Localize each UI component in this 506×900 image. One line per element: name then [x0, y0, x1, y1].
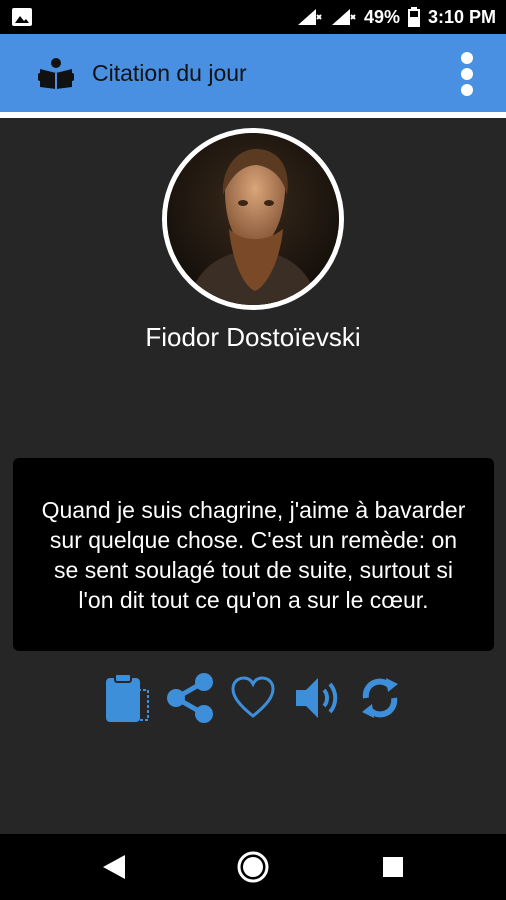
author-portrait	[162, 128, 344, 310]
status-bar: 49% 3:10 PM	[0, 0, 506, 34]
home-button[interactable]	[213, 834, 293, 900]
clipboard-icon[interactable]	[104, 672, 150, 724]
book-reader-icon	[38, 58, 74, 89]
battery-percentage: 49%	[363, 6, 400, 27]
clock: 3:10 PM	[427, 6, 496, 27]
quote-card: Quand je suis chagrine, j'aime à bavarde…	[13, 458, 494, 651]
author-name: Fiodor Dostoïevski	[145, 322, 361, 352]
app-bar-divider	[0, 112, 506, 118]
gallery-notification-icon	[12, 8, 32, 26]
quote-text: Quand je suis chagrine, j'aime à bavarde…	[41, 496, 466, 613]
dot-icon	[461, 68, 473, 80]
share-icon[interactable]	[164, 672, 216, 724]
speaker-icon[interactable]	[292, 672, 340, 724]
recents-icon	[383, 857, 403, 877]
home-icon	[237, 851, 269, 883]
recents-button[interactable]	[353, 834, 433, 900]
overflow-menu-button[interactable]	[456, 52, 478, 96]
back-button[interactable]	[74, 834, 154, 900]
dot-icon	[461, 84, 473, 96]
wifi-signal-icon	[297, 9, 322, 25]
back-icon	[103, 855, 125, 879]
refresh-icon[interactable]	[356, 672, 404, 724]
app-bar	[0, 34, 506, 112]
heart-icon[interactable]	[230, 672, 276, 724]
app-title: Citation du jour	[92, 60, 247, 86]
dot-icon	[461, 52, 473, 64]
battery-icon	[407, 7, 420, 27]
action-bar	[0, 672, 506, 724]
cell-signal-icon	[331, 9, 356, 25]
system-navigation-bar	[0, 834, 506, 900]
